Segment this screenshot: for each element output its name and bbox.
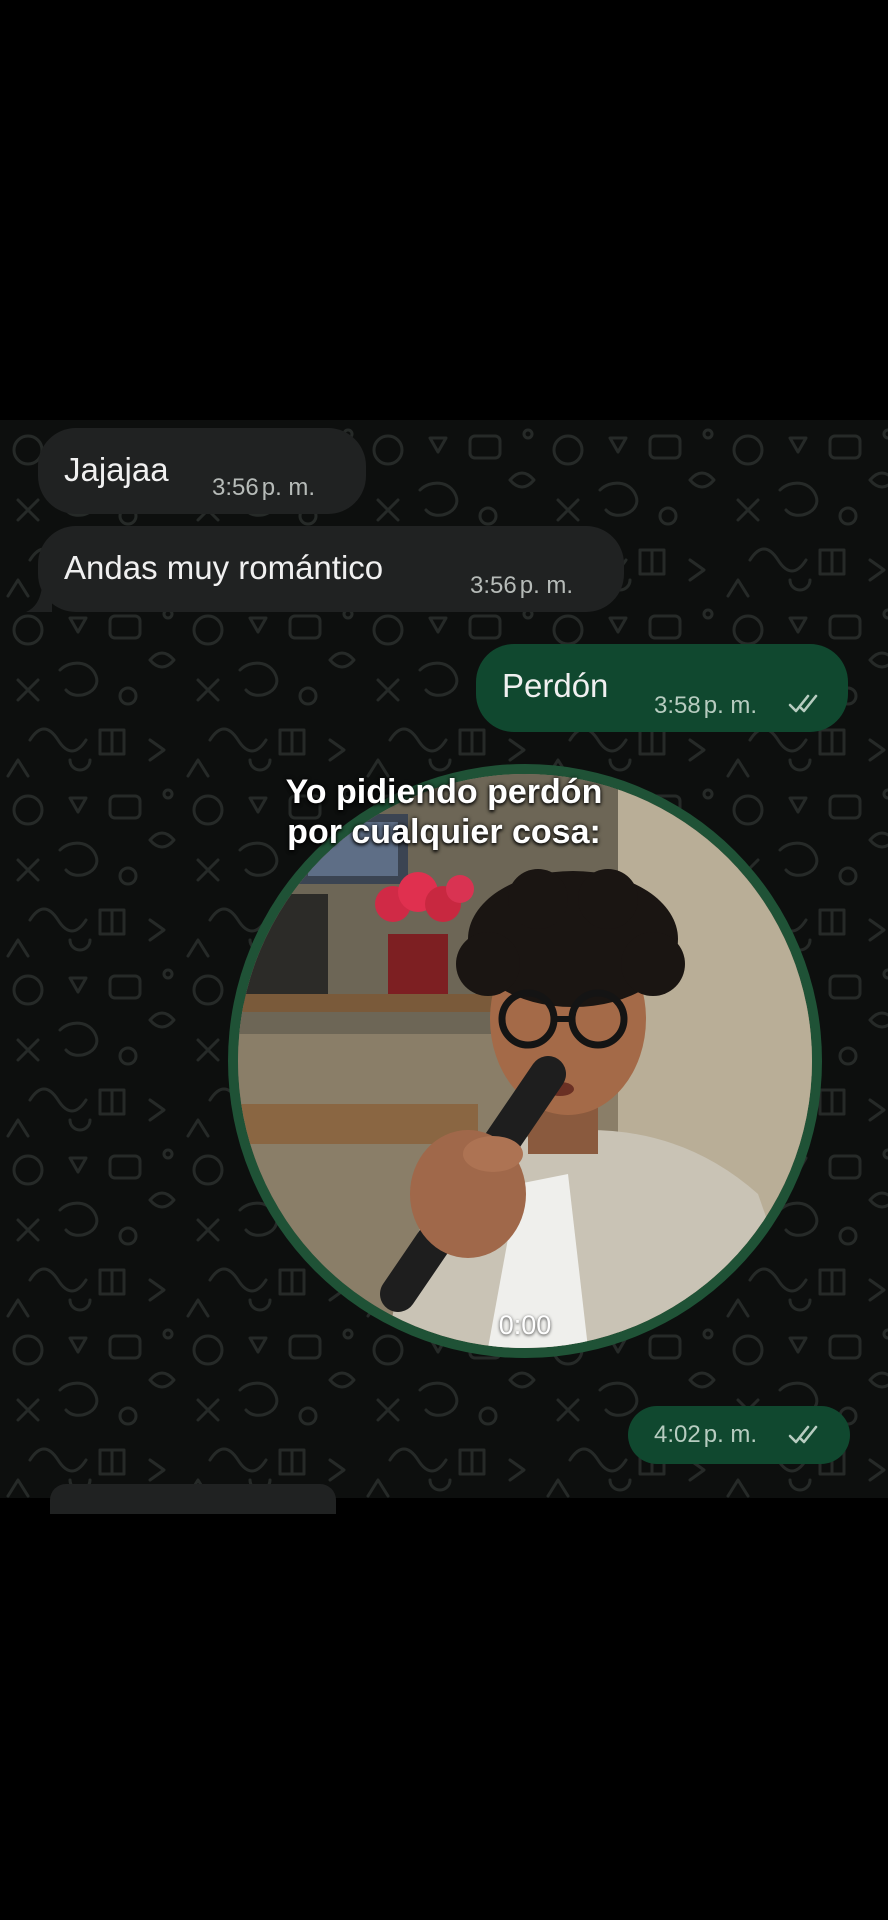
- caption-line: por cualquier cosa:: [287, 813, 601, 851]
- video-note-time-bubble[interactable]: 4:02 p. m.: [628, 1406, 850, 1464]
- message-time: 3:58 p. m.: [654, 692, 758, 719]
- message-text: Andas muy romántico: [64, 549, 384, 586]
- message-text: Perdón: [502, 667, 609, 704]
- video-note[interactable]: 0:00: [228, 764, 822, 1358]
- message-time: 3:56 p. m.: [470, 572, 574, 599]
- bubble-tail: [26, 586, 52, 612]
- video-note-frame[interactable]: 0:00: [238, 774, 812, 1348]
- message-bubble-incoming[interactable]: Andas muy romántico 3:56 p. m.: [38, 526, 624, 612]
- message-bubble-incoming[interactable]: Jajajaa 3:56 p. m.: [38, 428, 366, 514]
- video-duration: 0:00: [498, 1310, 552, 1340]
- message-time: 4:02 p. m.: [654, 1421, 758, 1448]
- caption-line: Yo pidiendo perdón: [285, 773, 603, 811]
- message-text: Jajajaa: [64, 451, 169, 488]
- message-time: 3:56 p. m.: [212, 474, 316, 501]
- double-check-icon: [788, 694, 818, 713]
- double-check-icon: [788, 1425, 818, 1444]
- message-bubble-incoming-partial[interactable]: [50, 1484, 336, 1514]
- overlay-caption: Yo pidiendo perdón por cualquier cosa:: [0, 772, 888, 852]
- message-bubble-outgoing[interactable]: Perdón 3:58 p. m.: [476, 644, 848, 732]
- video-thumbnail: [238, 774, 812, 1348]
